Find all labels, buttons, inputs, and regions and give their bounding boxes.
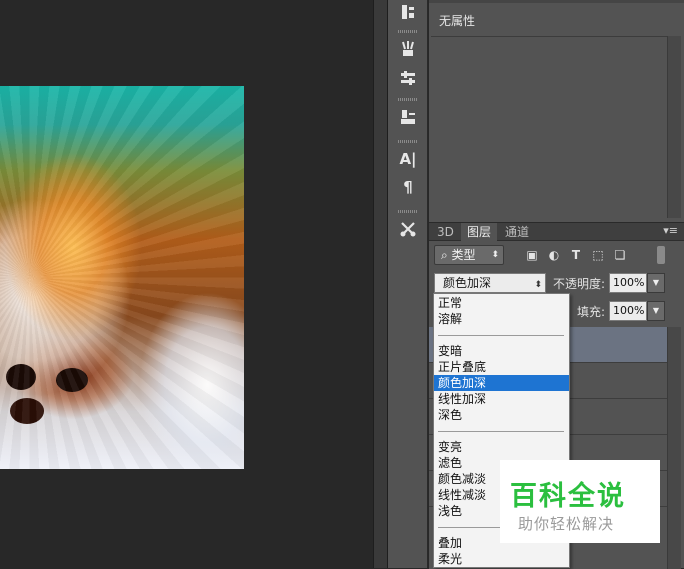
strip-grip[interactable] [398, 210, 418, 213]
updown-icon: ⬍ [491, 250, 499, 260]
blend-mode-value: 颜色加深 [443, 276, 492, 290]
dropdown-separator [438, 431, 564, 432]
opacity-input[interactable]: 100% [609, 273, 647, 293]
blend-option-dissolve[interactable]: 溶解 [434, 311, 569, 327]
dog-eye-left [6, 364, 36, 390]
blend-option-normal[interactable]: 正常 [434, 295, 569, 311]
panel-tab-bar: 3D 图层 通道 ▾≡ [429, 223, 684, 241]
blend-option-multiply[interactable]: 正片叠底 [434, 359, 569, 375]
shape-filter-icon[interactable]: ⬚ [590, 247, 606, 263]
document-image [0, 86, 244, 469]
properties-content [431, 36, 667, 218]
layer-filter-row: ⌕ 类型 ⬍ ▣ ◐ T ⬚ ❏ [434, 245, 678, 267]
blend-option-soft-light[interactable]: 柔光 [434, 551, 569, 567]
type-filter-icon[interactable]: T [568, 247, 584, 263]
filter-kind-label: 类型 [451, 248, 476, 262]
brush-settings-icon[interactable] [394, 66, 422, 90]
history-icon[interactable] [394, 0, 422, 24]
clone-source-icon[interactable] [394, 105, 422, 129]
properties-panel: 无属性 [429, 0, 684, 222]
dropdown-separator [438, 335, 564, 336]
blend-option-linear-burn[interactable]: 线性加深 [434, 391, 569, 407]
properties-scrollbar[interactable] [667, 36, 681, 218]
filter-kind-select[interactable]: ⌕ 类型 ⬍ [434, 245, 504, 265]
properties-title: 无属性 [439, 14, 476, 28]
panel-menu-icon[interactable]: ▾≡ [663, 224, 678, 237]
watermark-subtitle: 助你轻松解决 [518, 515, 615, 533]
strip-grip[interactable] [398, 30, 418, 33]
blend-option-darken[interactable]: 变暗 [434, 343, 569, 359]
brush-presets-icon[interactable] [394, 37, 422, 61]
paragraph-panel-icon[interactable]: ¶ [394, 175, 422, 199]
tab-channels[interactable]: 通道 [499, 223, 535, 241]
panel-top-edge [429, 0, 684, 3]
filter-toggle-switch[interactable] [657, 246, 665, 264]
smart-object-filter-icon[interactable]: ❏ [612, 247, 628, 263]
adjustment-filter-icon[interactable]: ◐ [546, 247, 562, 263]
watermark-title: 百科全说 [510, 481, 626, 512]
fill-label: 填充: [577, 305, 606, 319]
tool-presets-icon[interactable] [394, 217, 422, 241]
fill-dropdown-arrow[interactable]: ▼ [647, 301, 665, 321]
document-canvas[interactable] [0, 0, 373, 568]
pixel-filter-icon[interactable]: ▣ [524, 247, 540, 263]
blend-option-color-burn[interactable]: 颜色加深 [434, 375, 569, 391]
blend-mode-select[interactable]: 颜色加深 ⬍ [434, 273, 546, 293]
search-icon: ⌕ [441, 248, 452, 262]
opacity-dropdown-arrow[interactable]: ▼ [647, 273, 665, 293]
collapsed-panel-strip: A| ¶ [388, 0, 428, 568]
fill-input[interactable]: 100% [609, 301, 647, 321]
updown-icon: ⬍ [534, 280, 542, 290]
panel-divider[interactable] [373, 0, 388, 568]
blend-option-lighten[interactable]: 变亮 [434, 439, 569, 455]
blend-option-darker-color[interactable]: 深色 [434, 407, 569, 423]
watermark-logo: 百科全说 助你轻松解决 [500, 460, 660, 543]
character-panel-icon[interactable]: A| [394, 147, 422, 171]
dog-nose [10, 398, 44, 424]
layers-scrollbar[interactable] [667, 327, 681, 569]
opacity-label: 不透明度: [553, 277, 606, 291]
strip-grip[interactable] [398, 98, 418, 101]
tab-3d[interactable]: 3D [431, 223, 460, 241]
dog-eye-right [56, 368, 88, 392]
strip-grip[interactable] [398, 140, 418, 143]
tab-layers[interactable]: 图层 [461, 223, 498, 241]
